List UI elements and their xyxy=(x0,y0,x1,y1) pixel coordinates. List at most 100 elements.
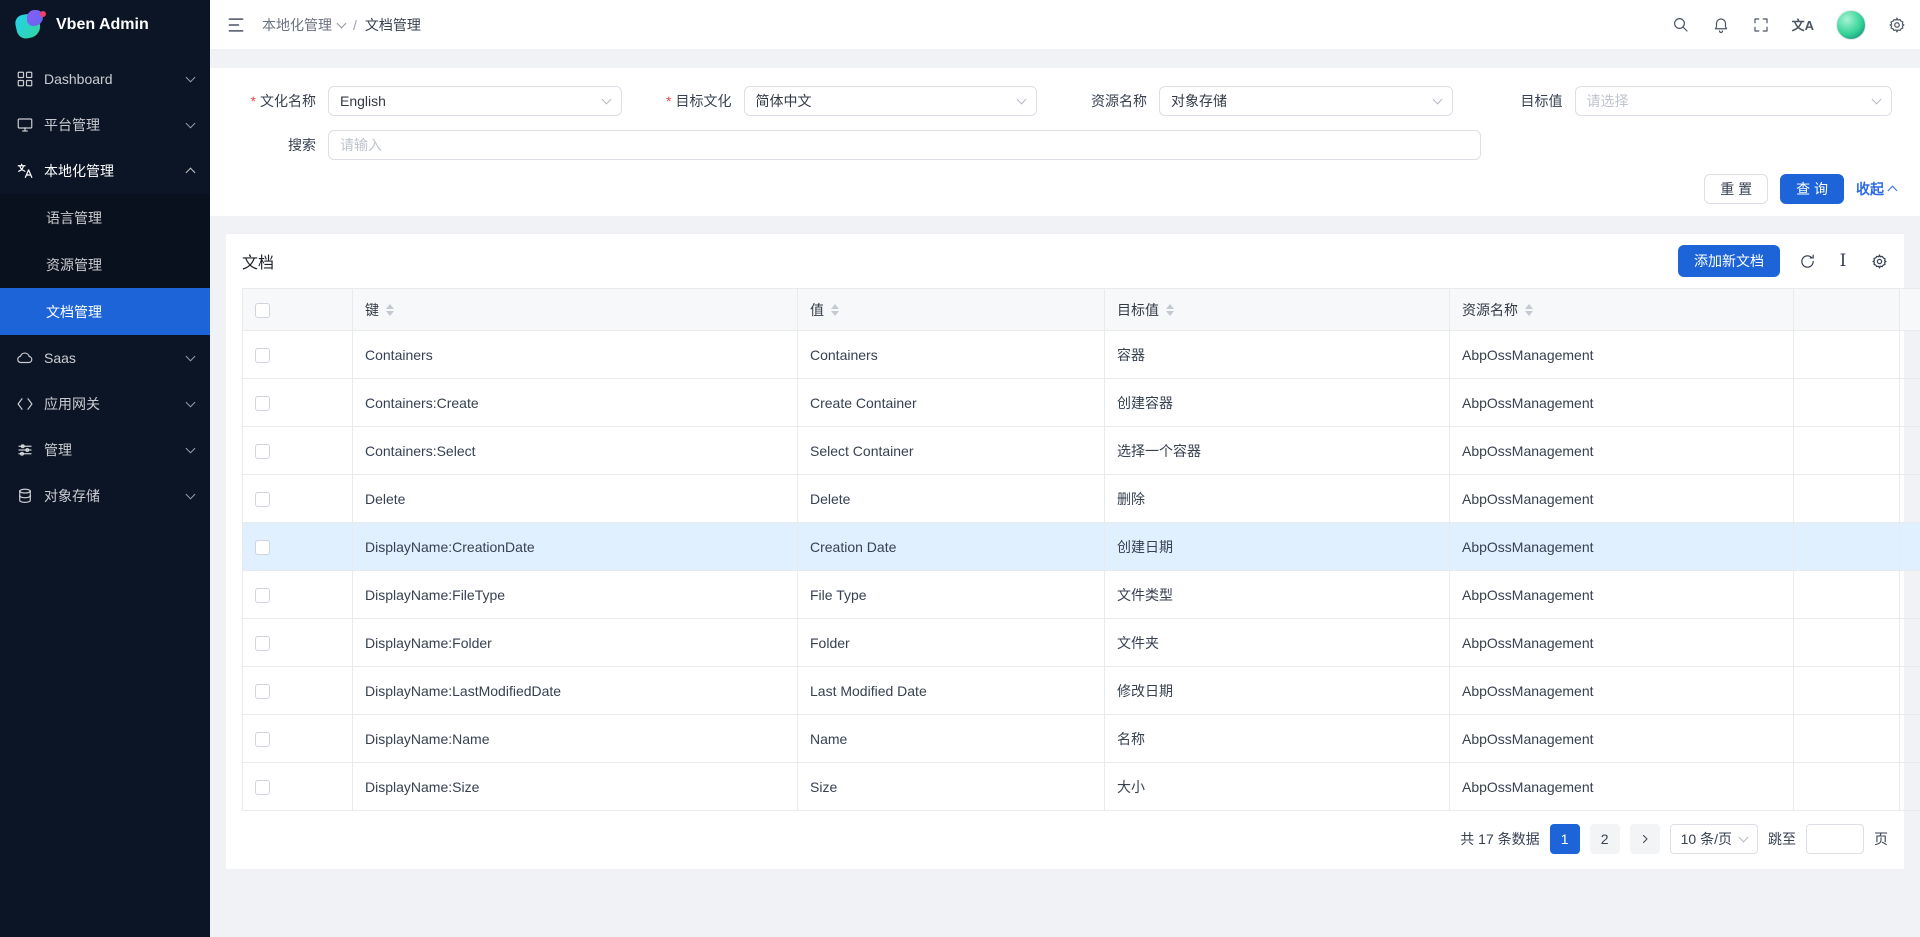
sidebar-item-language-management[interactable]: 语言管理 xyxy=(0,194,210,241)
sidebar-item-dashboard[interactable]: Dashboard xyxy=(0,56,210,102)
query-button[interactable]: 查 询 xyxy=(1780,174,1844,204)
pagination-total: 共 17 条数据 xyxy=(1460,829,1539,849)
settings-gear-icon[interactable] xyxy=(1888,16,1906,34)
cell-resource: AbpOssManagement xyxy=(1450,475,1794,523)
sidebar-item-document-management[interactable]: 文档管理 xyxy=(0,288,210,335)
cell-blank xyxy=(1794,523,1900,571)
chevron-down-icon xyxy=(601,95,611,105)
search-input[interactable] xyxy=(328,130,1481,160)
table-row[interactable]: DisplayName:Size Size 大小 AbpOssManagemen… xyxy=(243,763,1920,811)
sidebar: Vben Admin Dashboard 平台管理 xyxy=(0,0,210,937)
table-header-row: 键 值 目标值 xyxy=(243,289,1920,331)
sidebar-collapse-icon[interactable] xyxy=(226,15,246,35)
cell-blank xyxy=(1794,763,1900,811)
sort-icon[interactable] xyxy=(831,304,839,316)
sidebar-item-object-storage[interactable]: 对象存储 xyxy=(0,473,210,519)
sidebar-item-label: 语言管理 xyxy=(46,208,194,228)
row-checkbox[interactable] xyxy=(255,492,270,507)
sort-icon[interactable] xyxy=(1166,304,1174,316)
sidebar-item-manage[interactable]: 管理 xyxy=(0,427,210,473)
select-all-checkbox[interactable] xyxy=(255,303,270,318)
resource-select[interactable]: 对象存储 xyxy=(1159,86,1453,116)
breadcrumb: 本地化管理 / 文档管理 xyxy=(262,15,421,35)
sidebar-item-gateway[interactable]: 应用网关 xyxy=(0,381,210,427)
jump-page-input[interactable] xyxy=(1806,824,1864,854)
cell-key: DisplayName:Name xyxy=(353,715,798,763)
page-size-select[interactable]: 10 条/页 xyxy=(1670,824,1758,854)
row-checkbox[interactable] xyxy=(255,540,270,555)
chevron-down-icon xyxy=(1432,95,1442,105)
cell-key: DisplayName:LastModifiedDate xyxy=(353,667,798,715)
table-row[interactable]: DisplayName:LastModifiedDate Last Modifi… xyxy=(243,667,1920,715)
table-row[interactable]: DisplayName:Folder Folder 文件夹 AbpOssMana… xyxy=(243,619,1920,667)
refresh-icon[interactable] xyxy=(1798,252,1816,270)
chevron-up-icon xyxy=(186,168,196,178)
page-button-1[interactable]: 1 xyxy=(1550,824,1580,854)
chevron-down-icon xyxy=(186,119,196,129)
column-header-key[interactable]: 键 xyxy=(353,289,798,331)
column-header-value[interactable]: 值 xyxy=(798,289,1105,331)
chevron-down-icon xyxy=(1017,95,1027,105)
column-header-resource[interactable]: 资源名称 xyxy=(1450,289,1794,331)
cell-key: DisplayName:FileType xyxy=(353,571,798,619)
sort-icon[interactable] xyxy=(386,304,394,316)
page-content: 文化名称 English 目标文化 简体中文 xyxy=(210,50,1920,937)
cell-resource: AbpOssManagement xyxy=(1450,427,1794,475)
row-checkbox[interactable] xyxy=(255,348,270,363)
breadcrumb-parent[interactable]: 本地化管理 xyxy=(262,15,345,35)
row-checkbox[interactable] xyxy=(255,684,270,699)
notification-bell-icon[interactable] xyxy=(1712,16,1730,34)
pagination: 共 17 条数据 1 2 10 条/页 跳至 页 xyxy=(226,811,1904,869)
breadcrumb-separator: / xyxy=(353,17,357,33)
filter-field-search: 搜索 xyxy=(234,130,1481,160)
row-checkbox[interactable] xyxy=(255,780,270,795)
avatar[interactable] xyxy=(1836,10,1866,40)
cell-key: Delete xyxy=(353,475,798,523)
row-checkbox[interactable] xyxy=(255,444,270,459)
table-row[interactable]: Containers:Create Create Container 创建容器 … xyxy=(243,379,1920,427)
row-checkbox[interactable] xyxy=(255,588,270,603)
target-culture-select[interactable]: 简体中文 xyxy=(744,86,1038,116)
sort-icon[interactable] xyxy=(1525,304,1533,316)
table-row[interactable]: Delete Delete 删除 AbpOssManagement 编辑 删除 xyxy=(243,475,1920,523)
table-row[interactable]: DisplayName:FileType File Type 文件类型 AbpO… xyxy=(243,571,1920,619)
table-row[interactable]: DisplayName:CreationDate Creation Date 创… xyxy=(243,523,1920,571)
sidebar-item-localization[interactable]: 本地化管理 xyxy=(0,148,210,194)
sidebar-item-saas[interactable]: Saas xyxy=(0,335,210,381)
translate-icon[interactable]: 文A xyxy=(1792,16,1814,34)
collapse-toggle[interactable]: 收起 xyxy=(1856,179,1896,199)
cell-target: 文件类型 xyxy=(1105,571,1450,619)
dashboard-icon xyxy=(16,70,34,88)
target-value-select[interactable]: 请选择 xyxy=(1575,86,1893,116)
cell-target: 创建日期 xyxy=(1105,523,1450,571)
search-icon[interactable] xyxy=(1672,16,1690,34)
sidebar-menu: Dashboard 平台管理 本地化管理 语言管理 xyxy=(0,50,210,937)
app-logo[interactable]: Vben Admin xyxy=(0,0,210,50)
filter-card: 文化名称 English 目标文化 简体中文 xyxy=(210,68,1920,216)
page-button-2[interactable]: 2 xyxy=(1590,824,1620,854)
row-checkbox[interactable] xyxy=(255,396,270,411)
table-row[interactable]: Containers Containers 容器 AbpOssManagemen… xyxy=(243,331,1920,379)
sidebar-item-platform[interactable]: 平台管理 xyxy=(0,102,210,148)
reset-button[interactable]: 重 置 xyxy=(1704,174,1768,204)
culture-select[interactable]: English xyxy=(328,86,622,116)
row-checkbox[interactable] xyxy=(255,732,270,747)
next-page-button[interactable] xyxy=(1630,824,1660,854)
column-header-target[interactable]: 目标值 xyxy=(1105,289,1450,331)
column-settings-gear-icon[interactable] xyxy=(1870,252,1888,270)
sidebar-item-resource-management[interactable]: 资源管理 xyxy=(0,241,210,288)
row-checkbox[interactable] xyxy=(255,636,270,651)
fullscreen-icon[interactable] xyxy=(1752,16,1770,34)
table-row[interactable]: DisplayName:Name Name 名称 AbpOssManagemen… xyxy=(243,715,1920,763)
cell-key: DisplayName:CreationDate xyxy=(353,523,798,571)
column-header-blank xyxy=(1794,289,1900,331)
cell-blank xyxy=(1794,667,1900,715)
cell-blank xyxy=(1794,571,1900,619)
sidebar-item-label: 本地化管理 xyxy=(44,161,177,181)
sidebar-submenu-localization: 语言管理 资源管理 文档管理 xyxy=(0,194,210,335)
row-height-icon[interactable]: Ⅰ xyxy=(1834,252,1852,270)
table-row[interactable]: Containers:Select Select Container 选择一个容… xyxy=(243,427,1920,475)
cell-blank xyxy=(1794,619,1900,667)
add-document-button[interactable]: 添加新文档 xyxy=(1678,245,1780,277)
target-culture-label: 目标文化 xyxy=(650,91,732,111)
